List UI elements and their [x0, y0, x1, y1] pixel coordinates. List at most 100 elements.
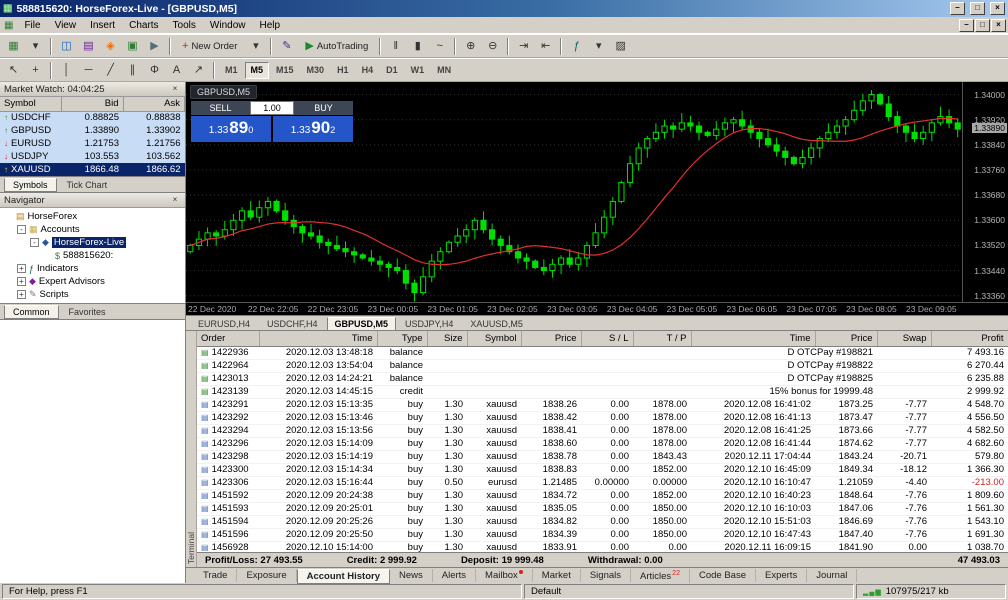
status-profile[interactable]: Default	[524, 584, 854, 599]
minimize-button[interactable]: –	[950, 2, 965, 15]
tree-expander-icon[interactable]: +	[17, 277, 26, 286]
menu-item-tools[interactable]: Tools	[166, 19, 203, 32]
terminal-tab-alerts[interactable]: Alerts	[433, 569, 476, 582]
fibonacci-button[interactable]: Φ	[144, 61, 165, 80]
timeframe-h4[interactable]: H4	[356, 62, 380, 79]
market-watch-tab-tick-chart[interactable]: Tick Chart	[58, 178, 117, 192]
timeframe-m5[interactable]: M5	[245, 62, 270, 79]
horizontal-line-button[interactable]: ─	[78, 61, 99, 80]
orders-col-symbol-4[interactable]: Symbol	[467, 331, 521, 346]
templates-button[interactable]: ▨	[610, 37, 631, 56]
order-row-1451593[interactable]: ▤14515932020.12.09 20:25:01buy1.30xauusd…	[197, 502, 1008, 515]
menu-item-help[interactable]: Help	[252, 19, 287, 32]
terminal-tab-exposure[interactable]: Exposure	[237, 569, 296, 582]
market-watch-row-usdchf[interactable]: ↑USDCHF0.888250.88838	[0, 111, 185, 124]
order-row-1423306[interactable]: ▤14233062020.12.03 15:16:44buy0.50eurusd…	[197, 476, 1008, 489]
order-row-1456928[interactable]: ▤14569282020.12.10 15:14:00buy1.30xauusd…	[197, 541, 1008, 552]
close-button[interactable]: ×	[990, 2, 1005, 15]
metaeditor-button[interactable]: ✎	[276, 37, 297, 56]
navigator-item-expert-advisors[interactable]: +◆Expert Advisors	[0, 275, 185, 288]
terminal-side-bar[interactable]: Terminal	[186, 331, 197, 567]
terminal-tab-mailbox[interactable]: Mailbox	[476, 569, 533, 582]
terminal-tab-experts[interactable]: Experts	[756, 569, 807, 582]
timeframe-w1[interactable]: W1	[405, 62, 431, 79]
menu-item-window[interactable]: Window	[203, 19, 253, 32]
orders-col-s-l-6[interactable]: S / L	[581, 331, 633, 346]
zoom-out-button[interactable]: ⊖	[482, 37, 503, 56]
data-window-toggle[interactable]: ▤	[78, 37, 99, 56]
market-watch-col-bid[interactable]: Bid	[62, 97, 124, 111]
tree-expander-icon[interactable]: +	[17, 264, 26, 273]
tree-expander-icon[interactable]: +	[17, 290, 26, 299]
new-chart-button[interactable]: ▦	[3, 37, 24, 56]
chart-tab-usdjpy-h4[interactable]: USDJPY,H4	[397, 317, 461, 331]
candlestick-chart-button[interactable]: ▮	[407, 37, 428, 56]
terminal-tab-code-base[interactable]: Code Base	[690, 569, 756, 582]
child-close-button[interactable]: ×	[991, 19, 1006, 32]
market-watch-col-symbol[interactable]: Symbol	[0, 97, 62, 111]
chart-tab-xauusd-m5[interactable]: XAUUSD,M5	[462, 317, 531, 331]
order-row-1423294[interactable]: ▤14232942020.12.03 15:13:56buy1.30xauusd…	[197, 424, 1008, 437]
terminal-tab-trade[interactable]: Trade	[194, 569, 237, 582]
orders-col-t-p-7[interactable]: T / P	[633, 331, 691, 346]
order-row-1423296[interactable]: ▤14232962020.12.03 15:14:09buy1.30xauusd…	[197, 437, 1008, 450]
navigator-close-icon[interactable]: ×	[169, 195, 181, 206]
timeframe-m30[interactable]: M30	[301, 62, 331, 79]
indicators-list-button[interactable]: ƒ	[566, 37, 587, 56]
vertical-line-button[interactable]: │	[56, 61, 77, 80]
terminal-tab-news[interactable]: News	[390, 569, 433, 582]
chart-area[interactable]: 1.33890 1.340001.339201.338401.337601.33…	[186, 82, 1008, 315]
order-row-1451594[interactable]: ▤14515942020.12.09 20:25:26buy1.30xauusd…	[197, 515, 1008, 528]
chart-tab-gbpusd-m5[interactable]: GBPUSD,M5	[327, 317, 397, 331]
timeframe-h1[interactable]: H1	[331, 62, 355, 79]
menu-item-file[interactable]: File	[17, 19, 47, 32]
new-order-button[interactable]: +New Order	[175, 37, 244, 56]
buy-label[interactable]: BUY	[294, 101, 353, 115]
chart-tab-usdchf-h4[interactable]: USDCHF,H4	[259, 317, 326, 331]
auto-scroll-button[interactable]: ⇥	[513, 37, 534, 56]
market-watch-row-usdjpy[interactable]: ↓USDJPY103.553103.562	[0, 150, 185, 163]
orders-col-type-2[interactable]: Type	[377, 331, 427, 346]
orders-col-order-0[interactable]: Order	[197, 331, 259, 346]
crosshair-button[interactable]: +	[25, 61, 46, 80]
terminal-tab-journal[interactable]: Journal	[807, 569, 857, 582]
strategy-tester-toggle[interactable]: ▶	[144, 37, 165, 56]
timeframe-m1[interactable]: M1	[219, 62, 244, 79]
new-order-dropdown[interactable]: ▾	[245, 37, 266, 56]
order-row-1451596[interactable]: ▤14515962020.12.09 20:25:50buy1.30xauusd…	[197, 528, 1008, 541]
channel-button[interactable]: ∥	[122, 61, 143, 80]
lot-size-input[interactable]: 1.00	[250, 101, 294, 115]
navigator-item-588815620[interactable]: $588815620:	[0, 249, 185, 262]
arrows-button[interactable]: ↗	[188, 61, 209, 80]
tree-expander-icon[interactable]: -	[17, 225, 26, 234]
orders-col-time-1[interactable]: Time	[259, 331, 377, 346]
navigator-item-scripts[interactable]: +✎Scripts	[0, 288, 185, 301]
orders-col-profit-11[interactable]: Profit	[931, 331, 1008, 346]
timeframe-mn[interactable]: MN	[431, 62, 457, 79]
autotrading-button[interactable]: ▶AutoTrading	[298, 37, 375, 56]
market-watch-close-icon[interactable]: ×	[169, 84, 181, 95]
terminal-tab-articles[interactable]: Articles22	[631, 569, 690, 583]
market-watch-col-ask[interactable]: Ask	[123, 97, 185, 111]
child-minimize-button[interactable]: –	[959, 19, 974, 32]
profiles-dropdown[interactable]: ▾	[25, 37, 46, 56]
sell-button[interactable]: 1.33890	[191, 116, 271, 142]
orders-col-price-5[interactable]: Price	[521, 331, 581, 346]
buy-button[interactable]: 1.33902	[273, 116, 353, 142]
sell-label[interactable]: SELL	[191, 101, 250, 115]
navigator-item-horseforex[interactable]: ▤HorseForex	[0, 210, 185, 223]
terminal-tab-market[interactable]: Market	[533, 569, 581, 582]
child-restore-button[interactable]: □	[975, 19, 990, 32]
maximize-button[interactable]: □	[970, 2, 985, 15]
navigator-item-indicators[interactable]: +ƒIndicators	[0, 262, 185, 275]
navigator-tab-common[interactable]: Common	[4, 305, 59, 319]
text-label-button[interactable]: A	[166, 61, 187, 80]
line-chart-button[interactable]: ~	[429, 37, 450, 56]
navigator-item-accounts[interactable]: -▦Accounts	[0, 223, 185, 236]
terminal-tab-account-history[interactable]: Account History	[297, 569, 390, 584]
order-row-1423139[interactable]: ▤14231392020.12.03 14:45:15credit15% bon…	[197, 385, 1008, 398]
bars-chart-button[interactable]: ‖	[385, 37, 406, 56]
periods-dropdown[interactable]: ▾	[588, 37, 609, 56]
order-row-1423292[interactable]: ▤14232922020.12.03 15:13:46buy1.30xauusd…	[197, 411, 1008, 424]
market-watch-row-xauusd[interactable]: ↑XAUUSD1866.481866.62	[0, 163, 185, 176]
